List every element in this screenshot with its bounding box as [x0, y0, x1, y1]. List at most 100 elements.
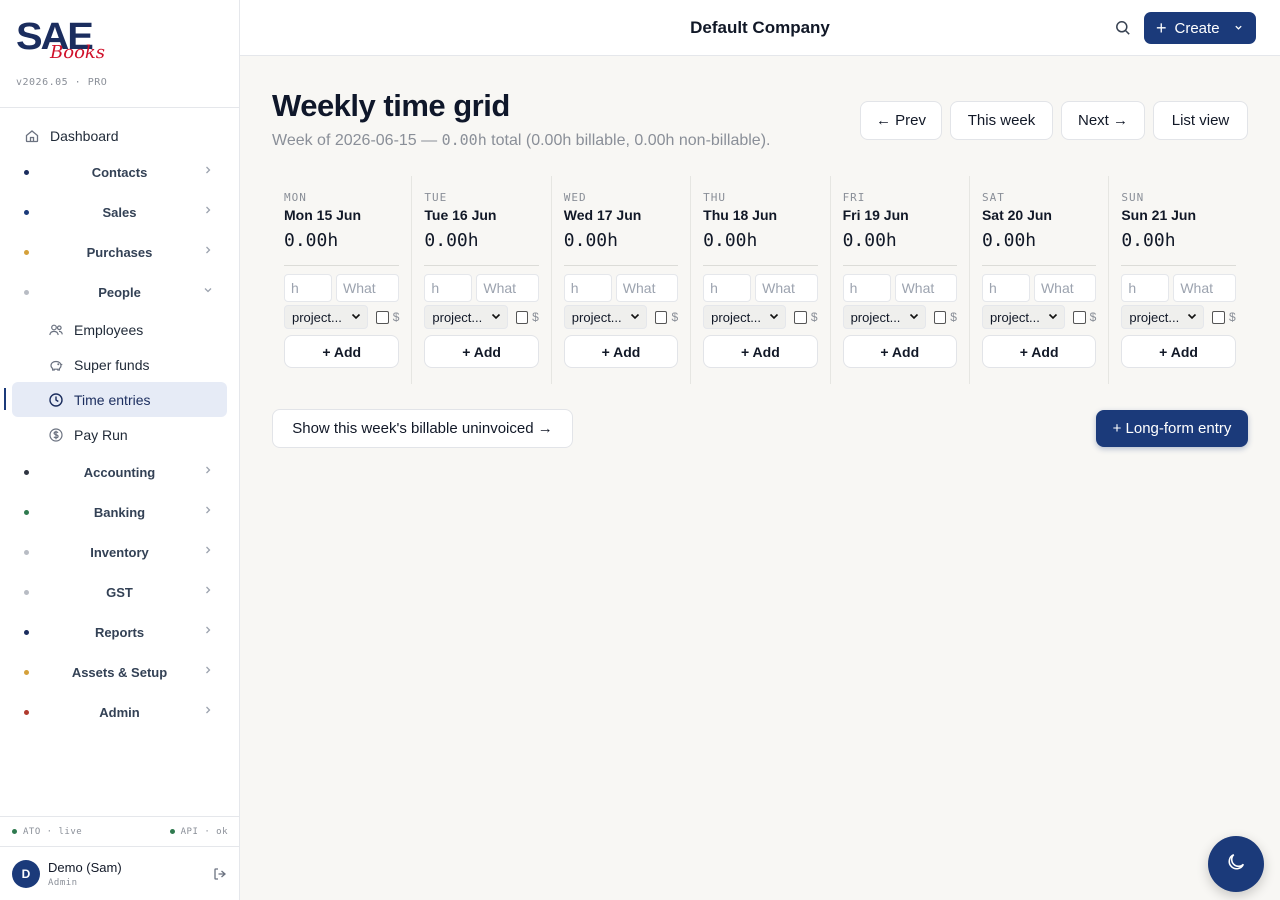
sidebar-group-banking[interactable]: Banking	[0, 492, 239, 532]
billable-checkbox[interactable]	[1212, 310, 1226, 324]
billable-label: $	[671, 310, 679, 324]
hours-input[interactable]	[981, 274, 1030, 302]
sidebar: SAE Books v2026.05 · PRO Dashboard Conta…	[0, 0, 240, 900]
day-column: WED Wed 17 Jun 0.00h project... $ + Add	[550, 176, 690, 384]
day-column: MON Mon 15 Jun 0.00h project... $ + Add	[272, 176, 411, 384]
add-entry-button[interactable]: + Add	[981, 335, 1097, 368]
theme-toggle-button[interactable]	[1208, 836, 1264, 892]
status-bar: ATO · live API · ok	[0, 816, 240, 846]
hours-input[interactable]	[284, 274, 332, 302]
billable-checkbox[interactable]	[1073, 310, 1086, 324]
project-select[interactable]: project...	[703, 305, 787, 329]
billable-checkbox[interactable]	[933, 310, 947, 324]
add-entry-button[interactable]: + Add	[703, 335, 818, 368]
sidebar-group-accounting[interactable]: Accounting	[0, 452, 239, 492]
billable-label: $	[950, 310, 957, 324]
add-entry-button[interactable]: + Add	[563, 335, 679, 368]
chevron-right-icon	[203, 585, 213, 599]
sidebar-group-sales[interactable]: Sales	[0, 192, 239, 232]
chevron-down-icon	[1234, 23, 1243, 34]
prev-week-button[interactable]: ← Prev	[860, 101, 942, 140]
sidebar-group-purchases[interactable]: Purchases	[0, 232, 239, 272]
home-icon	[24, 128, 40, 144]
description-input[interactable]	[894, 274, 957, 302]
clock-icon	[48, 392, 64, 408]
billable-label: $	[1229, 310, 1236, 324]
sidebar-group-reports[interactable]: Reports	[0, 612, 239, 652]
status-dot	[12, 828, 17, 834]
user-profile: D Demo (Sam) Admin	[0, 846, 240, 900]
project-select[interactable]: project...	[1121, 305, 1205, 329]
description-input[interactable]	[755, 274, 818, 302]
create-button[interactable]: + Create	[1144, 12, 1256, 44]
hours-input[interactable]	[703, 274, 752, 302]
group-color-dot	[24, 590, 29, 595]
sidebar-item-super-funds[interactable]: Super funds	[12, 347, 227, 382]
sidebar-group-label: Contacts	[91, 164, 148, 180]
dollar-coin-icon	[48, 427, 64, 443]
group-color-dot	[24, 710, 29, 715]
group-color-dot	[24, 550, 29, 555]
sidebar-group-gst[interactable]: GST	[0, 572, 239, 612]
day-date: Fri 19 Jun	[842, 207, 909, 223]
sidebar-group-label: Inventory	[90, 544, 149, 560]
main-nav: Dashboard Contacts Sales Purchases Peopl…	[0, 108, 239, 732]
sidebar-item-label: Dashboard	[50, 128, 119, 144]
add-entry-button[interactable]: + Add	[424, 335, 539, 368]
hours-input[interactable]	[842, 274, 891, 302]
description-input[interactable]	[1033, 274, 1097, 302]
project-select[interactable]: project...	[842, 305, 926, 329]
project-select[interactable]: project...	[284, 305, 369, 329]
add-entry-button[interactable]: + Add	[1121, 335, 1236, 368]
sidebar-item-employees[interactable]: Employees	[12, 312, 227, 347]
chevron-right-icon	[203, 625, 213, 639]
sidebar-group-contacts[interactable]: Contacts	[0, 152, 239, 192]
chevron-right-icon	[203, 245, 213, 259]
sidebar-item-label: Super funds	[74, 356, 150, 373]
project-select[interactable]: project...	[424, 305, 508, 329]
hours-input[interactable]	[1121, 274, 1170, 302]
day-abbr: SUN	[1121, 191, 1145, 204]
brand-area: SAE Books v2026.05 · PRO	[0, 0, 239, 108]
sidebar-group-label: Admin	[99, 704, 140, 720]
description-input[interactable]	[1173, 274, 1236, 302]
this-week-button[interactable]: This week	[950, 101, 1053, 140]
day-column: FRI Fri 19 Jun 0.00h project... $ + Add	[829, 176, 969, 384]
billable-checkbox[interactable]	[515, 310, 529, 324]
billable-checkbox[interactable]	[794, 310, 807, 324]
next-week-button[interactable]: Next →	[1061, 101, 1145, 140]
add-entry-button[interactable]: + Add	[284, 335, 400, 368]
search-icon[interactable]	[1114, 19, 1132, 37]
sidebar-item-label: Time entries	[74, 391, 151, 408]
day-total: 0.00h	[563, 230, 618, 251]
sidebar-item-pay-run[interactable]: Pay Run	[12, 417, 227, 452]
logout-icon[interactable]	[212, 866, 228, 882]
show-uninvoiced-button[interactable]: Show this week's billable uninvoiced →	[272, 409, 573, 448]
day-date: Tue 16 Jun	[424, 207, 497, 223]
sidebar-item-time-entries[interactable]: Time entries	[4, 382, 227, 417]
description-input[interactable]	[615, 274, 679, 302]
sidebar-group-label: Banking	[93, 504, 146, 520]
sidebar-item-dashboard[interactable]: Dashboard	[12, 120, 227, 152]
day-total: 0.00h	[1121, 230, 1176, 251]
avatar[interactable]: D	[12, 859, 40, 888]
billable-checkbox[interactable]	[376, 310, 389, 324]
add-entry-button[interactable]: + Add	[842, 335, 957, 368]
sidebar-group-admin[interactable]: Admin	[0, 692, 239, 732]
day-abbr: THU	[703, 191, 727, 204]
description-input[interactable]	[336, 274, 400, 302]
hours-input[interactable]	[424, 274, 473, 302]
long-form-entry-button[interactable]: + Long-form entry	[1096, 410, 1248, 447]
project-select[interactable]: project...	[563, 305, 647, 329]
logo[interactable]: SAE Books	[16, 18, 116, 66]
hours-input[interactable]	[563, 274, 612, 302]
billable-checkbox[interactable]	[654, 310, 668, 324]
ato-status: ATO · live	[12, 827, 82, 837]
day-abbr: SAT	[981, 191, 1005, 204]
sidebar-group-assets-setup[interactable]: Assets & Setup	[0, 652, 239, 692]
project-select[interactable]: project...	[981, 305, 1066, 329]
sidebar-group-inventory[interactable]: Inventory	[0, 532, 239, 572]
description-input[interactable]	[476, 274, 539, 302]
list-view-button[interactable]: List view	[1153, 101, 1248, 140]
sidebar-group-people[interactable]: People	[0, 272, 239, 312]
